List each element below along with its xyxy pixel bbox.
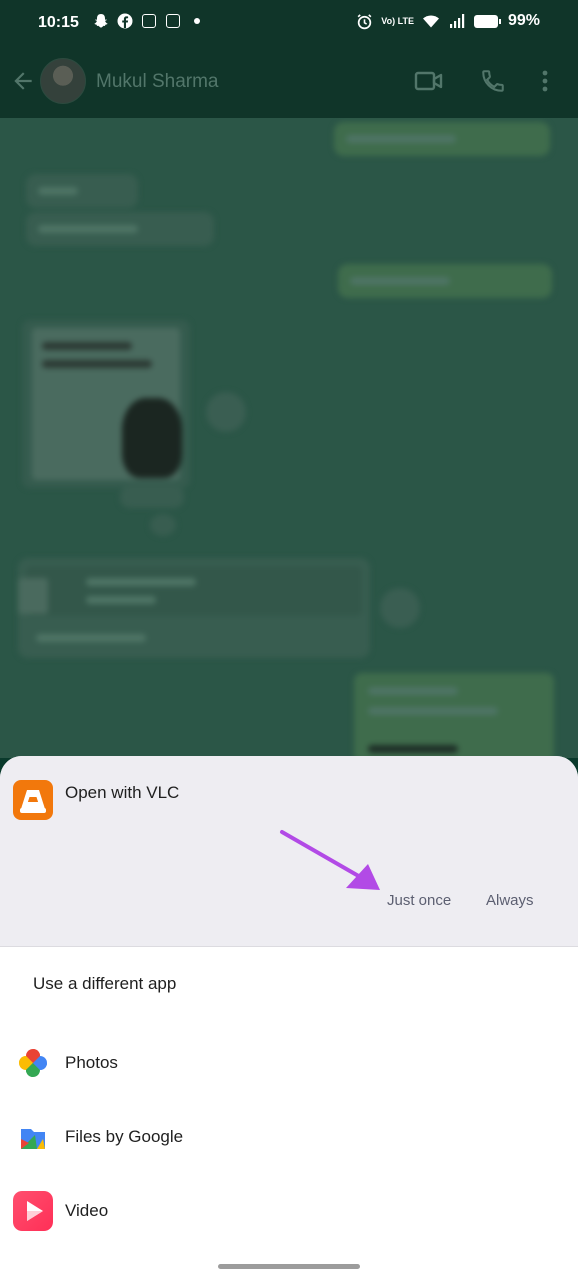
battery-percentage: 99% (507, 12, 540, 29)
document-icon (18, 578, 48, 614)
google-photos-icon (13, 1043, 53, 1083)
app-name: Files by Google (65, 1127, 184, 1146)
message-bubble (26, 212, 214, 246)
just-once-button[interactable]: Just once (381, 888, 457, 913)
chat-header: Mukul Sharma (0, 46, 578, 118)
chat-messages-area (0, 118, 578, 758)
reaction (150, 514, 176, 536)
system-status-icons: Vo) LTE 99% (355, 12, 540, 30)
open-with-bottom-sheet: Open with VLC Just once Always Use a dif… (0, 756, 578, 1282)
video-call-icon[interactable] (414, 68, 444, 99)
phone-call-icon[interactable] (480, 68, 506, 99)
status-bar: 10:15 Vo) LTE 99% (0, 0, 578, 46)
contact-name[interactable]: Mukul Sharma (96, 71, 219, 93)
message-bubble (338, 264, 552, 298)
annotation-arrow-icon (280, 830, 380, 890)
more-options-icon[interactable] (540, 68, 550, 99)
document-message (18, 558, 370, 658)
app-name: Video (65, 1201, 109, 1220)
quoted-message (354, 673, 554, 758)
video-player-icon (13, 1191, 53, 1231)
screen: 10:15 Vo) LTE 99% Mukul Sharma Open with… (0, 0, 578, 1282)
alarm-icon (355, 12, 373, 30)
back-arrow-icon[interactable] (10, 68, 36, 99)
vlc-icon (13, 780, 53, 820)
app-notification-icon (140, 12, 158, 30)
app-name: Photos (65, 1053, 118, 1072)
image-message (22, 320, 190, 488)
notification-icons (92, 12, 206, 30)
app-option-photos[interactable]: Photos (0, 1033, 578, 1093)
use-different-app-header: Use a different app (33, 974, 177, 993)
files-by-google-icon (13, 1117, 53, 1157)
forward-icon (380, 588, 420, 628)
app-notification-icon (164, 12, 182, 30)
app-option-files-by-google[interactable]: Files by Google (0, 1107, 578, 1167)
snapchat-icon (92, 12, 110, 30)
message-time (120, 486, 184, 508)
always-button[interactable]: Always (480, 888, 540, 913)
contact-avatar[interactable] (40, 58, 86, 104)
status-time: 10:15 (38, 14, 79, 31)
facebook-icon (116, 12, 134, 30)
more-notifications-dot-icon (188, 12, 206, 30)
wifi-icon (422, 12, 440, 30)
forward-icon (206, 392, 246, 432)
blurred-messages (0, 118, 578, 758)
home-indicator[interactable] (218, 1264, 360, 1269)
open-with-title: Open with VLC (65, 783, 180, 802)
message-bubble (334, 122, 550, 156)
default-app-section: Open with VLC Just once Always (0, 756, 578, 947)
message-bubble (26, 174, 138, 208)
signal-icon (448, 12, 466, 30)
battery-icon (473, 14, 501, 28)
volte-icon: Vo) LTE (381, 15, 414, 26)
app-option-video[interactable]: Video (0, 1181, 578, 1241)
